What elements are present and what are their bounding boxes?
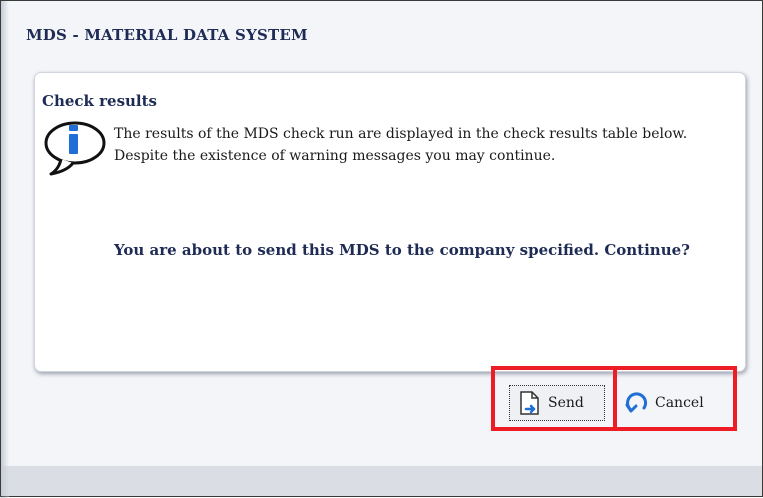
cancel-button-label: Cancel <box>655 395 704 411</box>
message-line-2: Despite the existence of warning message… <box>114 148 556 164</box>
send-button-label: Send <box>548 395 584 411</box>
check-message: The results of the MDS check run are dis… <box>114 123 739 167</box>
mds-dialog: MDS - MATERIAL DATA SYSTEM Check results… <box>0 0 763 498</box>
send-button[interactable]: Send <box>509 385 605 421</box>
message-line-1: The results of the MDS check run are dis… <box>114 126 688 142</box>
undo-icon <box>625 392 648 413</box>
cancel-button[interactable]: Cancel <box>623 385 733 421</box>
check-results-panel: Check results The results of the MDS che… <box>34 72 746 372</box>
bottom-bar <box>1 466 762 496</box>
confirm-question: You are about to send this MDS to the co… <box>114 241 690 259</box>
dialog-title: MDS - MATERIAL DATA SYSTEM <box>26 26 308 44</box>
window-left-edge <box>1 1 9 498</box>
send-document-icon <box>520 391 539 415</box>
panel-title: Check results <box>42 92 158 110</box>
info-icon <box>44 121 106 176</box>
